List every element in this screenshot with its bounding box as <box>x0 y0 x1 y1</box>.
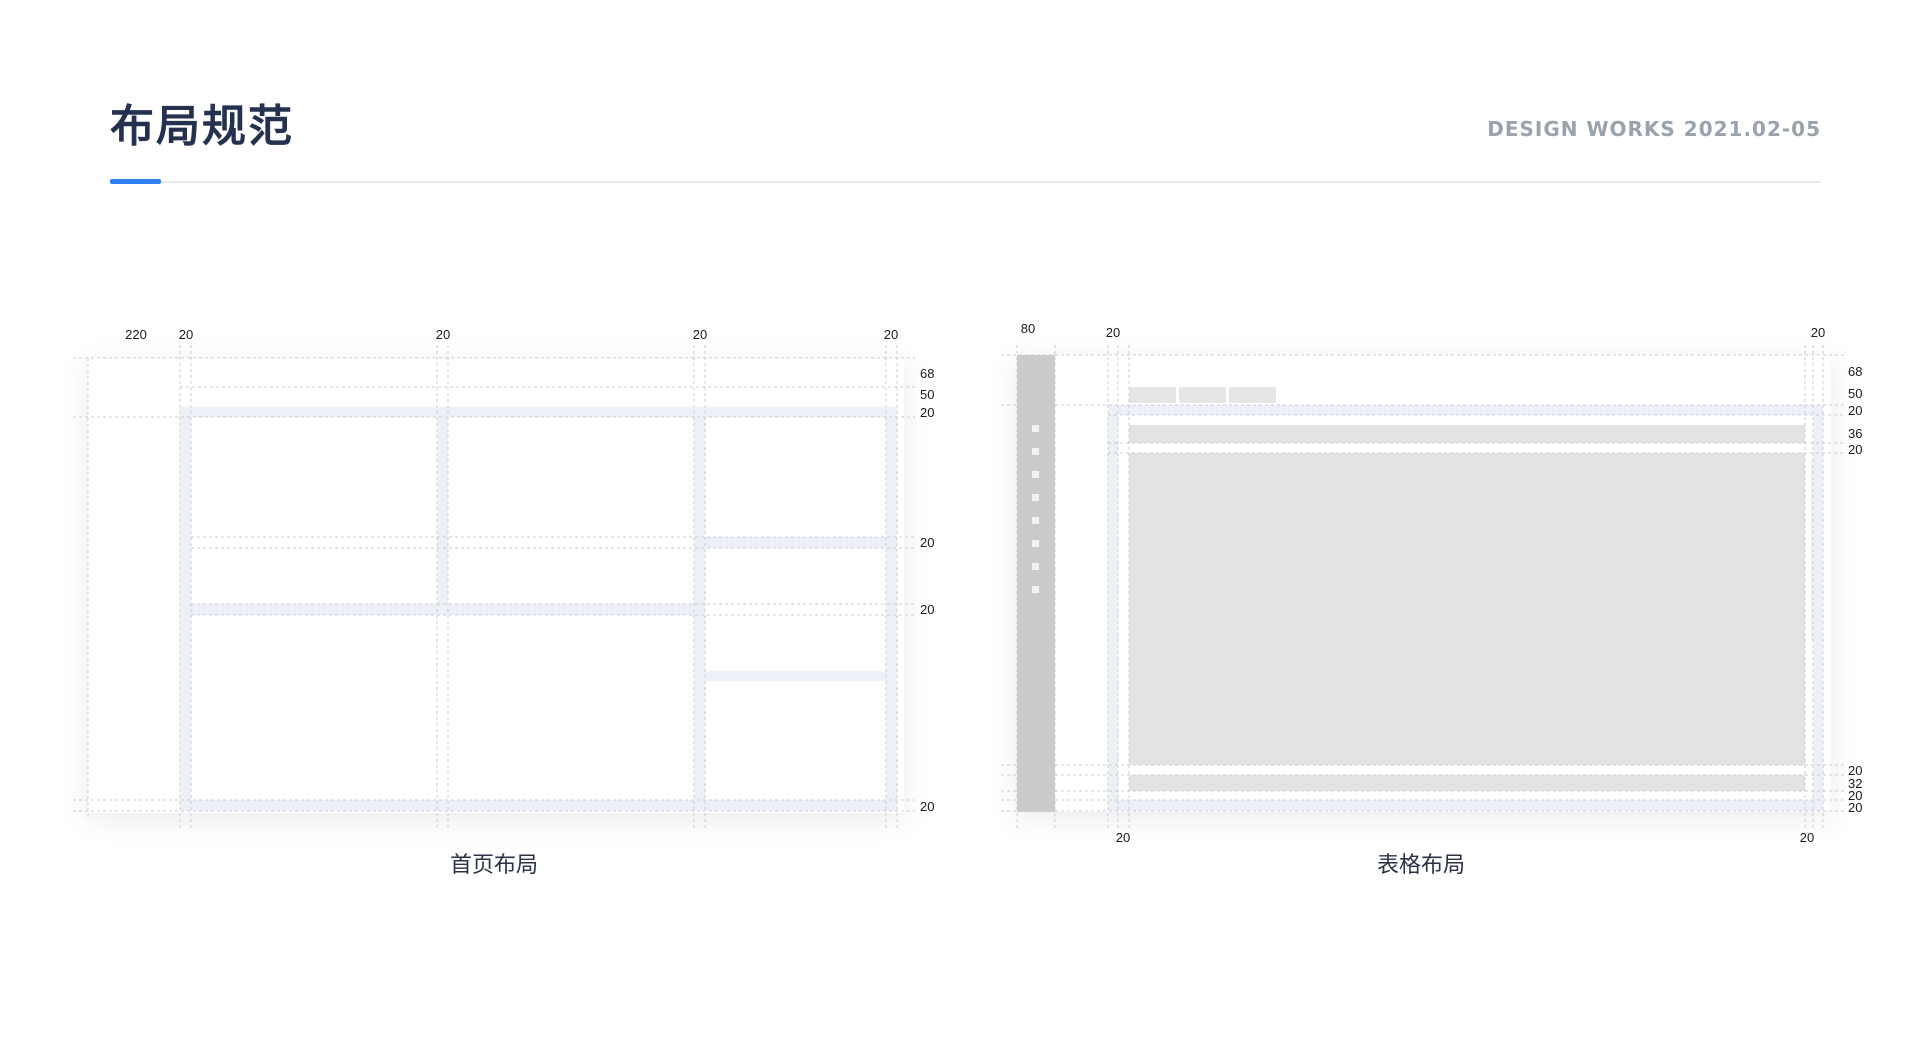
table-layout-diagram: 80 20 20 68 50 20 36 20 20 32 20 20 20 2… <box>1001 321 1862 845</box>
gutter-top <box>180 407 897 417</box>
gutter-row-c <box>705 671 886 681</box>
tb-right-label: 36 <box>1848 426 1862 441</box>
table-layout-caption: 表格布局 <box>1376 853 1466 878</box>
filter-bar-block <box>1129 425 1805 443</box>
sidebar-menu-marker <box>1032 448 1039 455</box>
hp-right-label: 20 <box>920 602 934 617</box>
gutter-col-4 <box>886 407 897 811</box>
pagination-block <box>1129 775 1805 791</box>
sidebar-menu-marker <box>1032 586 1039 593</box>
tb-top-label: 20 <box>1811 325 1825 340</box>
sidebar-menu-marker <box>1032 563 1039 570</box>
homepage-layout-diagram: 220 20 20 20 20 68 50 20 20 20 20 <box>73 327 934 828</box>
tb-right-label: 68 <box>1848 364 1862 379</box>
hp-top-label: 220 <box>125 327 147 342</box>
gutter-bottom <box>180 800 897 811</box>
breadcrumb-block <box>1129 387 1176 403</box>
hp-top-label: 20 <box>179 327 193 342</box>
hp-top-label: 20 <box>436 327 450 342</box>
tb-top-label: 80 <box>1021 321 1035 336</box>
sidebar-menu-marker <box>1032 471 1039 478</box>
hp-right-label: 68 <box>920 366 934 381</box>
hp-top-label: 20 <box>884 327 898 342</box>
tb-right-label: 20 <box>1848 403 1862 418</box>
homepage-canvas <box>88 358 904 813</box>
breadcrumb-blocks <box>1129 387 1276 403</box>
tb-bottom-label: 20 <box>1800 830 1814 845</box>
hp-right-label: 20 <box>920 535 934 550</box>
tb-right-label: 50 <box>1848 386 1862 401</box>
tb-right-label: 20 <box>1848 442 1862 457</box>
table-body-block <box>1129 453 1805 765</box>
gutter-col-3 <box>694 407 705 811</box>
table-content-blocks <box>1129 425 1805 791</box>
gutter-row-a <box>694 537 886 548</box>
tb-bottom-label: 20 <box>1116 830 1130 845</box>
hp-right-label: 20 <box>920 799 934 814</box>
homepage-layout-caption: 首页布局 <box>449 853 539 878</box>
breadcrumb-block <box>1179 387 1226 403</box>
hp-top-label: 20 <box>693 327 707 342</box>
tb-top-label: 20 <box>1106 325 1120 340</box>
hp-right-label: 20 <box>920 405 934 420</box>
table-gutter-left <box>1108 405 1118 811</box>
sidebar-block <box>1017 355 1055 812</box>
sidebar-menu-marker <box>1032 494 1039 501</box>
hp-right-label: 50 <box>920 387 934 402</box>
sidebar-menu-marker <box>1032 540 1039 547</box>
tb-right-label: 20 <box>1848 800 1862 815</box>
table-gutter-bottom <box>1108 800 1823 811</box>
table-gutter-top <box>1108 405 1823 415</box>
gutter-col-2 <box>437 407 448 605</box>
sidebar-menu-marker <box>1032 517 1039 524</box>
table-gutter-right <box>1813 405 1823 811</box>
layout-diagrams: 220 20 20 20 20 68 50 20 20 20 20 80 20 … <box>73 321 1862 845</box>
sidebar-menu-marker <box>1032 425 1039 432</box>
breadcrumb-block <box>1229 387 1276 403</box>
